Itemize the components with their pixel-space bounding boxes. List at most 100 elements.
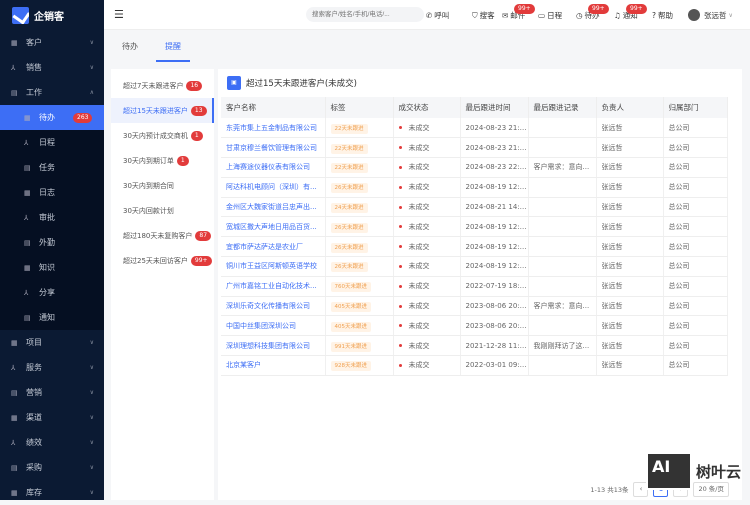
header-clock[interactable]: ◷ 待办 99+ [576,4,609,21]
table-row[interactable]: 甘肃京穆兰餐饮管理有限公司 22天未跟进 未成交 2024-08-23 21:08 张远… [221,137,728,159]
table-cell: 2024-08-23 21:10 [460,118,529,139]
tag-cell: 22天未跟进 [325,157,394,178]
menu-item-icon: ▤ [24,163,31,172]
reminder-item[interactable]: 30天内预计成交商机 1 [111,123,214,148]
customer-name-link[interactable]: 甘肃京穆兰餐饮管理有限公司 [221,137,326,159]
column-header[interactable]: 最后跟进记录 [528,97,597,118]
reminder-item[interactable]: 30天内回款计划 [111,198,214,223]
sidebar-item[interactable]: ▤ 任务 [0,155,104,180]
count-badge: 1 [190,130,203,141]
table-cell: 张远哲 [596,118,664,139]
table-cell [528,177,597,198]
table-row[interactable]: 深圳乐奇文化传播有限公司 405天未跟进 未成交 2023-08-06 20:54 客户… [221,296,728,317]
sidebar-item[interactable]: ▦ 项目 ∨ [0,330,104,355]
follow-up-tag: 760天未跟进 [330,282,371,293]
table-cell: 2024-08-23 21:08 [460,137,529,159]
table-row[interactable]: 深圳理想科技集团有限公司 991天未跟进 未成交 2021-12-28 11:31 我刚… [221,335,728,357]
reminder-item[interactable]: 超过7天未跟进客户 16 [111,73,214,98]
table-cell: 张远哲 [596,315,664,337]
sidebar-item-label: 客户 [26,38,42,47]
table-row[interactable]: 金州区大魏家街道吕忠声出... 24天未跟进 未成交 2024-08-21 14:33… [221,197,728,218]
sidebar-item[interactable]: ▦ 日志 [0,180,104,205]
sidebar-item[interactable]: ▦ 待办 263 [0,105,104,130]
app-logo[interactable]: 企销客 [0,0,104,30]
customer-name-link[interactable]: 深圳乐奇文化传播有限公司 [221,296,326,317]
header-bell[interactable]: ♫ 通知 99+ [614,4,647,21]
customer-name-link[interactable]: 北京某客户 [221,355,326,376]
customer-name-link[interactable]: 宜都市萨达萨达是农业厂 [221,236,326,258]
header-mail[interactable]: ✉ 邮件 99+ [502,4,535,21]
menu-collapse-icon[interactable]: ☰ [114,8,124,21]
tag-cell: 22天未跟进 [325,137,394,159]
customer-name-link[interactable]: 上海赛途仪器仪表有限公司 [221,157,326,178]
customer-name-link[interactable]: 东莞市集上五金制品有限公司 [221,118,326,139]
sidebar-item[interactable]: ▦ 知识 [0,255,104,280]
customer-name-link[interactable]: 阿达科机电顾问（深圳）有... [221,177,326,198]
customer-name-link[interactable]: 广州市嘉铭工业自动化技术... [221,276,326,297]
table-row[interactable]: 宽城区撒大声地日用品百货... 26天未跟进 未成交 2024-08-19 12:33… [221,216,728,238]
table-row[interactable]: 铜川市王益区阿斯顿英语学校 26天未跟进 未成交 2024-08-19 12:25 张远… [221,256,728,277]
sidebar-item[interactable]: ⅄ 绩效 ∨ [0,430,104,455]
sidebar-item[interactable]: ▤ 外勤 [0,230,104,255]
header-shield[interactable]: ⛉ 搜客 [472,10,495,21]
table-cell: 2024-08-19 12:35 [460,177,529,198]
avatar[interactable] [688,9,700,21]
customer-name-link[interactable]: 金州区大魏家街道吕忠声出... [221,197,326,218]
sidebar-item[interactable]: ▤ 通知 [0,305,104,330]
column-header[interactable]: 客户名称 [221,97,326,118]
sidebar-item[interactable]: ▤ 采购 ∨ [0,455,104,480]
column-header[interactable]: 最后跟进时间 [460,97,529,118]
sidebar-item[interactable]: ⅄ 日程 [0,130,104,155]
table-row[interactable]: 阿达科机电顾问（深圳）有... 26天未跟进 未成交 2024-08-19 12:35… [221,177,728,198]
reminder-item[interactable]: 超过25天未回访客户 99+ [111,248,214,273]
status-dot-icon [398,126,402,130]
customer-name-link[interactable]: 宽城区撒大声地日用品百货... [221,216,326,238]
chevron-down-icon: ∨ [89,389,94,396]
deal-status: 未成交 [408,222,430,231]
customer-name-link[interactable]: 铜川市王益区阿斯顿英语学校 [221,256,326,277]
sidebar-item[interactable]: ▦ 渠道 ∨ [0,405,104,430]
user-menu[interactable]: 张远哲 ∨ [704,10,733,21]
status-cell: 未成交 [393,335,461,357]
customer-name-link[interactable]: 深圳理想科技集团有限公司 [221,335,326,357]
table-row[interactable]: 东莞市集上五金制品有限公司 22天未跟进 未成交 2024-08-23 21:10 张远… [221,118,728,139]
table-row[interactable]: 上海赛途仪器仪表有限公司 22天未跟进 未成交 2024-08-23 22:27 客户需… [221,157,728,178]
column-header[interactable]: 成交状态 [393,97,461,118]
table-row[interactable]: 宜都市萨达萨达是农业厂 26天未跟进 未成交 2024-08-19 12:26 张远哲总… [221,236,728,258]
table-row[interactable]: 中国中丝集团深圳公司 405天未跟进 未成交 2023-08-06 20:54 张远哲总… [221,315,728,337]
search-input[interactable] [306,7,424,22]
customer-name-link[interactable]: 中国中丝集团深圳公司 [221,315,326,337]
sidebar-item[interactable]: ⅄ 审批 [0,205,104,230]
header-calendar[interactable]: ▭ 日程 [538,10,562,21]
chevron-down-icon: ∨ [89,39,94,46]
pagination-summary: 1-13 共13条 [590,486,629,494]
sidebar-item[interactable]: ▦ 客户 ∨ [0,30,104,55]
header-help[interactable]: ? 帮助 [652,10,673,21]
tag-cell: 991天未跟进 [325,335,394,357]
sidebar-item[interactable]: ▤ 营销 ∨ [0,380,104,405]
tab-todo[interactable]: 待办 [113,30,147,62]
sidebar-item[interactable]: ⅄ 分享 [0,280,104,305]
column-header[interactable]: 标签 [325,97,394,118]
table-cell: 张远哲 [596,216,664,238]
sidebar-item[interactable]: ⅄ 销售 ∨ [0,55,104,80]
header-phone[interactable]: ✆ 呼叫 [426,10,449,21]
menu-item-icon: ▦ [11,488,18,497]
sidebar-item[interactable]: ▦ 库存 ∨ [0,480,104,505]
column-header[interactable]: 负责人 [596,97,664,118]
column-header[interactable]: 归属部门 [663,97,728,118]
reminder-label: 30天内回款计划 [123,206,174,215]
table-cell: 2023-08-06 20:54 [460,315,529,337]
reminder-item[interactable]: 30天内到期合同 [111,173,214,198]
sidebar-item[interactable]: ⅄ 服务 ∨ [0,355,104,380]
reminder-item[interactable]: 超过15天未跟进客户 13 [111,98,214,123]
table-row[interactable]: 北京某客户 928天未跟进 未成交 2022-03-01 09:19 张远哲 总公司 [221,355,728,376]
reminder-item[interactable]: 30天内到期订单 1 [111,148,214,173]
sidebar-item[interactable]: ▤ 工作 ∧ [0,80,104,105]
sidebar-item-label: 工作 [26,88,42,97]
reminder-item[interactable]: 超过180天未复购客户 87 [111,223,214,248]
table-cell: 总公司 [663,197,728,218]
tab-reminder[interactable]: 提醒 [156,30,190,62]
clock-icon: ◷ [576,11,583,20]
table-row[interactable]: 广州市嘉铭工业自动化技术... 760天未跟进 未成交 2022-07-19 18:5… [221,276,728,297]
